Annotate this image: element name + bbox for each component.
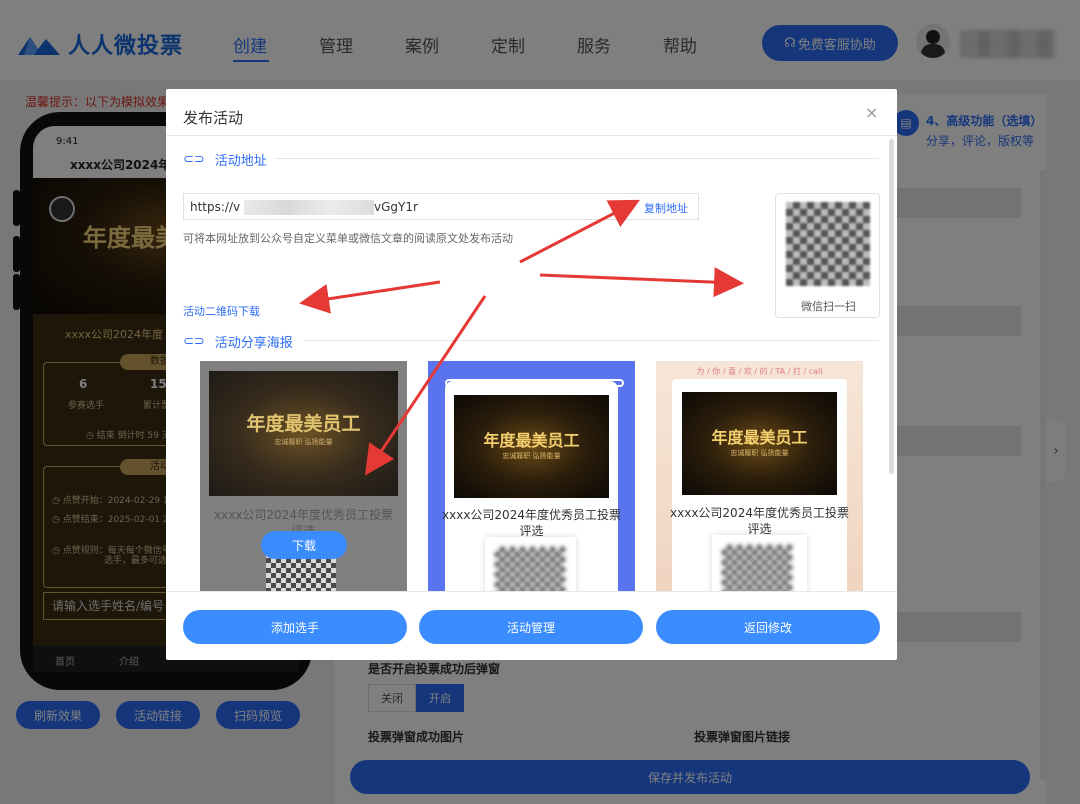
copy-address-link[interactable]: 复制地址	[644, 200, 688, 216]
poster-card-2[interactable]: 年度最美员工 忠诚履职 弘扬能量 xxxx公司2024年度优秀员工投票评选	[428, 361, 635, 591]
poster-art: 年度最美员工 忠诚履职 弘扬能量	[682, 392, 837, 495]
modal-header-divider	[166, 135, 897, 136]
poster-card-3[interactable]: 为 / 你 / 喜 / 欢 / 的 / TA / 打 / call 年度最美员工…	[656, 361, 863, 591]
link-icon: ⊂⊃	[183, 334, 205, 349]
publish-modal: 发布活动 × ⊂⊃ 活动地址 https://v vGgY1r 复制地址 可将本…	[166, 89, 897, 660]
poster-art-title: 年度最美员工	[246, 413, 361, 435]
poster-art: 年度最美员工 忠诚履职 弘扬能量	[209, 371, 398, 496]
poster-top-text: 为 / 你 / 喜 / 欢 / 的 / TA / 打 / call	[696, 367, 823, 376]
qr-caption: 微信扫一扫	[801, 300, 856, 313]
activity-manage-button[interactable]: 活动管理	[419, 610, 643, 644]
poster-qr-code	[495, 547, 565, 591]
modal-footer-divider	[166, 591, 897, 592]
poster-art-title: 年度最美员工	[483, 431, 580, 450]
poster-heading-text: 活动分享海报	[214, 336, 293, 351]
poster-art-title: 年度最美员工	[711, 428, 808, 447]
poster-art-sub: 忠诚履职 弘扬能量	[730, 449, 789, 457]
url-prefix: https://v	[190, 200, 241, 214]
wechat-qr-card: 微信扫一扫	[775, 193, 880, 318]
address-hint: 可将本网址放到公众号自定义菜单或微信文章的阅读原文处发布活动	[183, 232, 513, 245]
poster-download-button[interactable]: 下载	[261, 531, 347, 559]
back-edit-button[interactable]: 返回修改	[656, 610, 880, 644]
qr-download-link[interactable]: 活动二维码下载	[183, 303, 260, 319]
poster-caption: xxxx公司2024年度优秀员工投票评选	[442, 508, 621, 538]
url-suffix: vGgY1r	[374, 200, 418, 214]
close-icon[interactable]: ×	[865, 103, 878, 122]
modal-scrollbar[interactable]	[889, 139, 894, 474]
poster-art-sub: 忠诚履职 弘扬能量	[274, 438, 333, 446]
add-player-button[interactable]: 添加选手	[183, 610, 407, 644]
modal-title: 发布活动	[183, 109, 244, 127]
activity-url-field[interactable]: https://v vGgY1r	[183, 193, 699, 220]
address-section-heading: ⊂⊃ 活动地址	[183, 150, 267, 169]
poster-qr-code	[722, 545, 792, 591]
poster-clip	[445, 379, 624, 387]
poster-caption: xxxx公司2024年度优秀员工投票评选	[670, 506, 849, 536]
qr-code-icon	[786, 202, 870, 286]
poster-art-sub: 忠诚履职 弘扬能量	[502, 452, 561, 460]
poster-section-heading: ⊂⊃ 活动分享海报	[183, 332, 293, 351]
address-heading-text: 活动地址	[214, 154, 267, 169]
url-blurred	[244, 200, 374, 215]
link-icon: ⊂⊃	[183, 152, 205, 167]
section-divider	[303, 340, 879, 341]
poster-art: 年度最美员工 忠诚履职 弘扬能量	[454, 395, 609, 498]
section-divider	[274, 158, 879, 159]
